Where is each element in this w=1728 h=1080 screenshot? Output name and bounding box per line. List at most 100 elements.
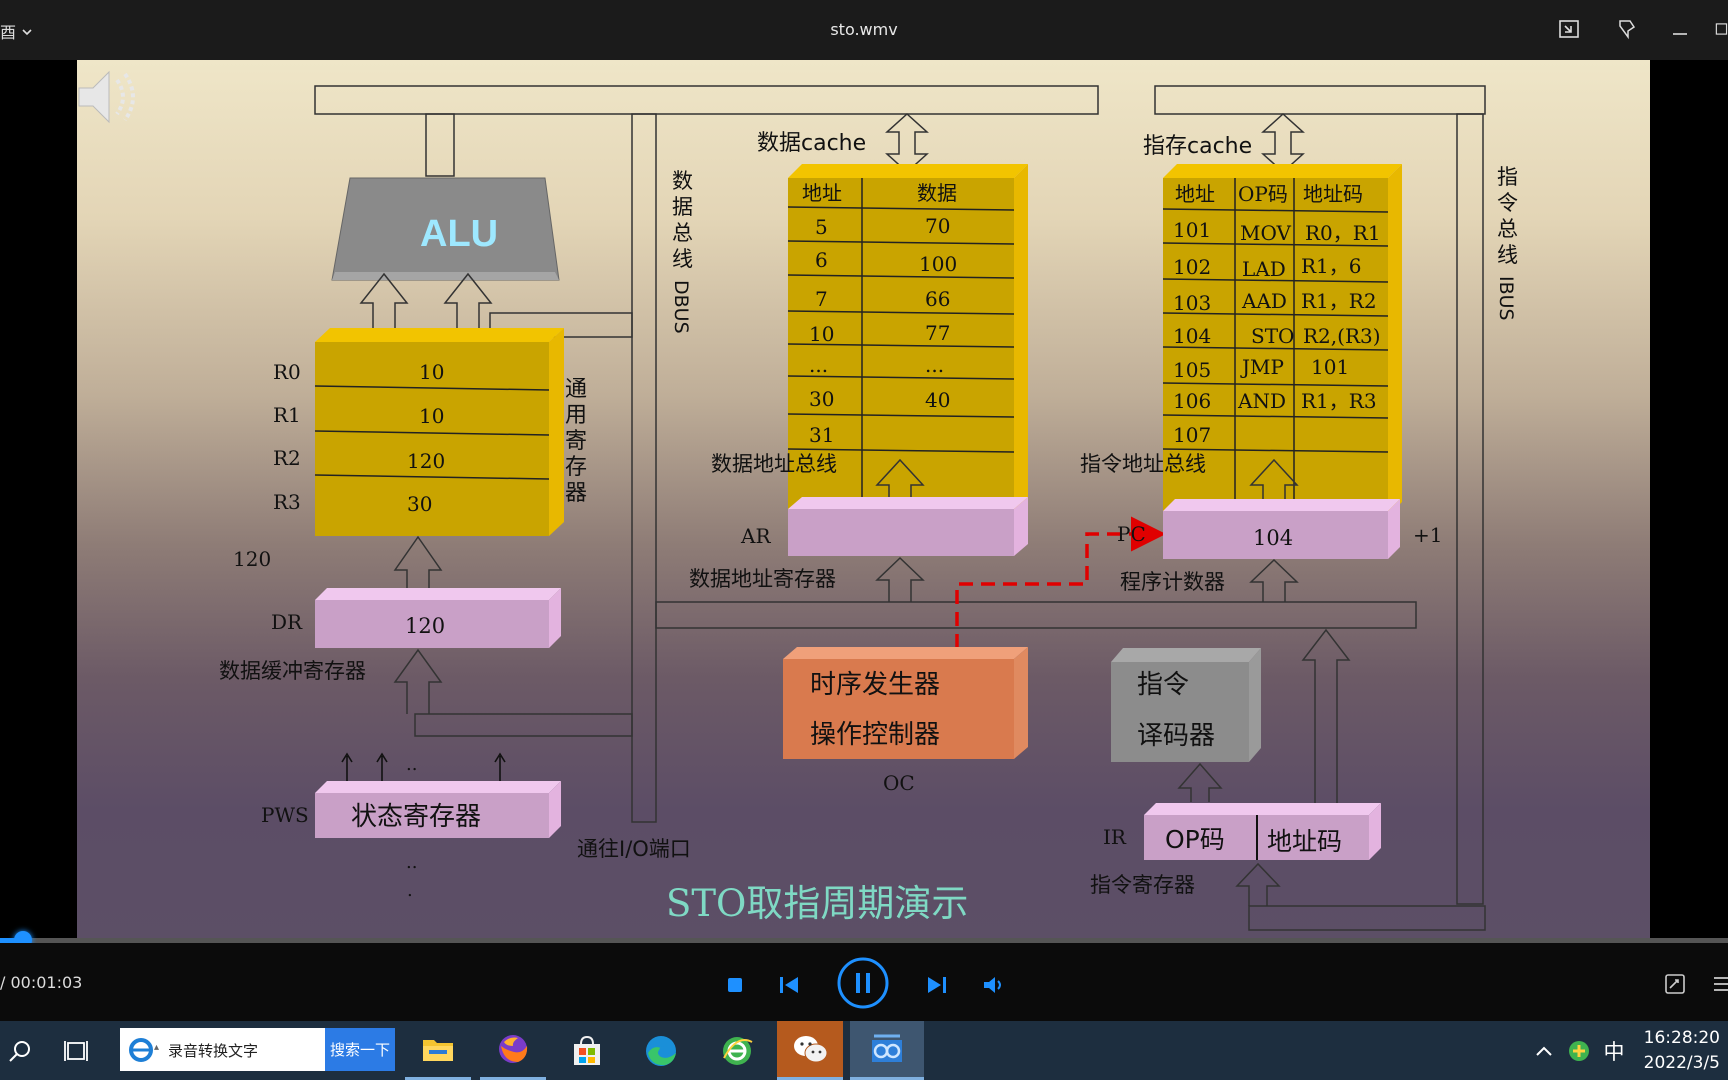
prev-icon[interactable] xyxy=(774,970,804,1000)
top-bus-left xyxy=(314,85,1099,115)
pc-name: PC xyxy=(1117,522,1146,546)
svg-text:器: 器 xyxy=(565,481,587,506)
io-label: 通往I/O端口 xyxy=(577,837,691,861)
reg-r2-value: 120 xyxy=(407,449,445,473)
dr-box: 120 xyxy=(315,588,561,648)
taskbar-clock[interactable]: 16:28:20 2022/3/5 xyxy=(1644,1026,1720,1076)
edge-icon[interactable] xyxy=(628,1021,694,1080)
data-row-value: 40 xyxy=(925,388,950,412)
ibus-line xyxy=(1456,113,1484,905)
ir-to-bus-arrow xyxy=(1301,628,1351,804)
timing-line2: 操作控制器 xyxy=(810,720,940,750)
taskbar-search-button[interactable]: 搜索一下 xyxy=(325,1028,395,1071)
tray-chevron-icon[interactable] xyxy=(1528,1021,1560,1080)
data-row-addr: ... xyxy=(809,353,828,377)
data-addr-bus-label: 数据地址总线 xyxy=(711,452,837,476)
timing-line1: 时序发生器 xyxy=(810,670,940,700)
window-title: sto.wmv xyxy=(830,20,898,39)
control-bar: / 00:01:03 xyxy=(0,943,1728,1021)
instr-row-op: LAD xyxy=(1242,257,1286,281)
instr-header-addrcode: 地址码 xyxy=(1303,182,1363,206)
dr-name: DR xyxy=(271,610,303,634)
next-icon[interactable] xyxy=(922,970,952,1000)
svg-text:存: 存 xyxy=(565,455,587,480)
svg-text:数: 数 xyxy=(672,169,693,193)
player-icon[interactable] xyxy=(850,1021,924,1080)
store-icon[interactable] xyxy=(554,1021,620,1080)
ibus-to-ir-arrow xyxy=(1235,862,1281,906)
speaker-icon[interactable] xyxy=(78,70,135,124)
ibus-label: 指令总线 IBUS xyxy=(1495,165,1518,321)
data-row-addr: 30 xyxy=(809,387,834,411)
reg-r0-value: 10 xyxy=(419,360,444,384)
snap-icon[interactable] xyxy=(1554,14,1584,44)
pws-arrows xyxy=(341,752,506,782)
taskbar-search-box[interactable]: ▴ 录音转换文字 xyxy=(120,1028,325,1071)
floating-value: 120 xyxy=(233,547,271,571)
dr-caption: 数据缓冲寄存器 xyxy=(219,659,366,683)
pws-dots-top: .. xyxy=(406,754,417,775)
minimize-icon[interactable] xyxy=(1665,14,1695,44)
stop-icon[interactable] xyxy=(720,970,750,1000)
pc-caption: 程序计数器 xyxy=(1120,570,1225,594)
clock-time: 16:28:20 xyxy=(1643,1028,1720,1048)
reg-r0-name: R0 xyxy=(273,360,301,384)
instr-row-addr: 104 xyxy=(1173,324,1211,348)
slide-diagram: ALU R0 R1 R2 R3 10 10 120 30 通用寄存器 120 1… xyxy=(78,70,1518,931)
settings-icon[interactable] xyxy=(1660,969,1690,999)
video-frame[interactable]: ALU R0 R1 R2 R3 10 10 120 30 通用寄存 器 120 … xyxy=(77,60,1650,943)
data-row-addr: 7 xyxy=(815,287,828,311)
bottom-title: STO取指周期演示 xyxy=(666,882,968,925)
ar-name: AR xyxy=(740,524,771,548)
firefox-icon[interactable] xyxy=(480,1021,546,1080)
reg-r3-value: 30 xyxy=(407,492,432,516)
top-bus-right xyxy=(1154,85,1486,115)
control-bus xyxy=(655,601,1417,629)
instr-row-addr: 102 xyxy=(1173,255,1211,279)
reg-r1-name: R1 xyxy=(273,403,301,427)
reg-r3-name: R3 xyxy=(273,490,301,514)
ibus-bottom xyxy=(1248,905,1486,931)
ie2-icon[interactable] xyxy=(704,1021,770,1080)
wechat-icon[interactable] xyxy=(777,1021,843,1080)
dr-value: 120 xyxy=(405,614,445,638)
pws-name: PWS xyxy=(261,803,309,827)
explorer-icon[interactable] xyxy=(405,1021,471,1080)
decoder-line1: 指令 xyxy=(1137,670,1189,700)
svg-text:通: 通 xyxy=(565,377,587,402)
ir-box: OP码 地址码 xyxy=(1144,803,1381,860)
instr-row-operand: R2,(R3) xyxy=(1303,324,1381,348)
data-row-addr: 6 xyxy=(815,248,828,272)
volume-icon[interactable] xyxy=(978,970,1010,1000)
alu-label: ALU xyxy=(420,213,498,255)
bus-to-ar-arrow xyxy=(875,556,925,602)
decoder-box: 指令 译码器 xyxy=(1111,648,1261,762)
instr-row-op: AAD xyxy=(1241,289,1287,313)
search-icon[interactable] xyxy=(0,1021,40,1080)
ime-indicator[interactable]: 中 xyxy=(1598,1021,1630,1080)
svg-text:DBUS: DBUS xyxy=(670,280,692,334)
instr-row-operand: R0，R1 xyxy=(1305,221,1381,245)
ar-box xyxy=(788,497,1028,556)
tray-app-icon[interactable] xyxy=(1563,1021,1595,1080)
data-row-addr: 10 xyxy=(809,322,834,346)
ar-caption: 数据地址寄存器 xyxy=(689,567,836,591)
pws-dots-mid: .. xyxy=(406,852,417,873)
ir-to-decoder-arrow xyxy=(1177,762,1223,802)
instr-row-addr: 105 xyxy=(1173,358,1211,382)
pause-icon[interactable] xyxy=(836,956,890,1010)
instr-row-op: AND xyxy=(1237,389,1286,413)
svg-text:令: 令 xyxy=(1497,191,1518,215)
maximize-icon[interactable] xyxy=(1712,14,1728,44)
data-cache-arrow xyxy=(885,112,929,174)
taskbar: ▴ 录音转换文字 搜索一下 中 16:28:20 2022/3/5 xyxy=(0,1021,1728,1080)
svg-text:线: 线 xyxy=(1497,243,1518,267)
svg-text:总: 总 xyxy=(1497,217,1518,241)
playlist-icon[interactable] xyxy=(1712,969,1728,999)
taskview-icon[interactable] xyxy=(52,1021,102,1080)
instr-row-operand: 101 xyxy=(1311,355,1349,379)
pin-icon[interactable] xyxy=(1611,14,1641,44)
pc-box: 104 xyxy=(1163,499,1400,559)
ir-addr: 地址码 xyxy=(1267,827,1342,856)
reg-r2-name: R2 xyxy=(273,446,301,470)
